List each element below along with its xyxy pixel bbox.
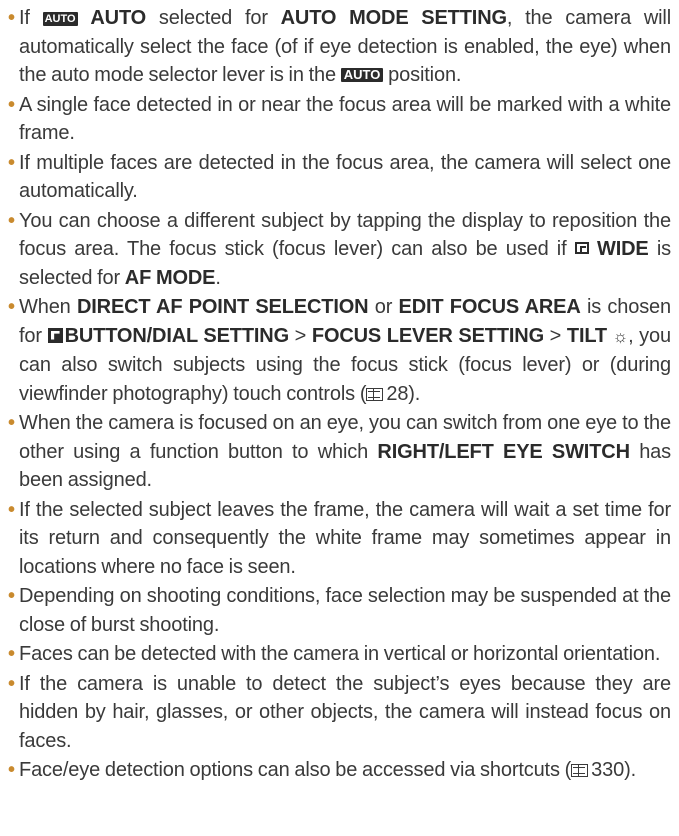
note-text: Face/eye detection options can also be a… [19,759,572,781]
keyword: AUTO MODE SETTING [280,7,507,29]
keyword: AUTO [90,7,147,29]
note-text: position. [383,64,462,86]
note-choose-subject: • You can choose a different subject by … [8,207,671,293]
keyword: DIRECT AF POINT SELECTION [76,296,369,318]
note-text: A single face detected in or near the fo… [19,93,671,145]
page-reference[interactable]: 330 [591,759,624,781]
note-text: If the camera is unable to detect the su… [19,672,671,752]
keyword: BUTTON/DIAL SETTING [64,324,290,347]
bullet: • [8,296,15,318]
note-text: If the selected subject leaves the frame… [19,498,671,578]
note-single-face-frame: • A single face detected in or near the … [8,91,671,148]
note-text: or [368,296,399,318]
note-text: > [544,324,567,347]
page-reference[interactable]: 28 [386,383,408,405]
note-text: ). [624,759,636,781]
bullet: • [8,643,15,665]
bullet: • [8,585,15,607]
note-burst-shooting: • Depending on shooting conditions, face… [8,582,671,639]
note-text: ). [408,382,421,405]
note-text: You can choose a different subject by ta… [19,209,671,261]
note-direct-af-point: • When DIRECT AF POINT SELECTION or EDIT… [8,293,671,408]
note-text: selected for [146,7,281,29]
note-shortcuts: • Face/eye detection options can also be… [8,756,671,785]
note-multiple-faces: • If multiple faces are detected in the … [8,149,671,206]
note-text: > [289,324,312,347]
bullet: • [8,498,15,521]
bullet: • [8,93,15,116]
note-text: When [19,296,77,318]
note-hidden-eyes: • If the camera is unable to detect the … [8,670,671,756]
bullet: • [8,759,15,781]
keyword: FOCUS LEVER SETTING [311,324,545,347]
keyword: TILT [566,324,607,347]
bullet: • [8,672,15,695]
bullet: • [8,412,15,434]
note-text: . [215,266,221,289]
note-text: Depending on shooting conditions, face s… [19,585,671,636]
page-reference-icon [571,764,589,777]
keyword: RIGHT/LEFT EYE SWITCH [377,440,630,463]
manual-page: • If AUTO AUTO selected for AUTO MODE SE… [0,0,679,836]
keyword: EDIT FOCUS AREA [398,296,581,318]
bullet: • [8,151,15,174]
auto-icon: AUTO [42,12,78,26]
note-auto-mode-face-selection: • If AUTO AUTO selected for AUTO MODE SE… [8,4,671,90]
auto-position-label: AUTO [340,68,384,82]
notes-list: • If AUTO AUTO selected for AUTO MODE SE… [8,4,671,785]
tilt-icon: ☼ [612,326,629,346]
note-text: If [19,7,43,29]
bullet: • [8,209,15,232]
keyword: AF MODE [124,266,216,289]
note-text: Faces can be detected with the camera in… [19,643,661,665]
note-eye-switch: • When the camera is focused on an eye, … [8,409,671,495]
note-subject-leaves-frame: • If the selected subject leaves the fra… [8,496,671,582]
bullet: • [8,7,15,29]
keyword: WIDE [596,238,649,260]
note-text: If multiple faces are detected in the fo… [19,151,671,203]
note-orientation: • Faces can be detected with the camera … [8,640,671,669]
setup-menu-icon [47,327,63,343]
page-reference-icon [366,387,384,401]
wide-af-mode-icon [574,242,589,254]
